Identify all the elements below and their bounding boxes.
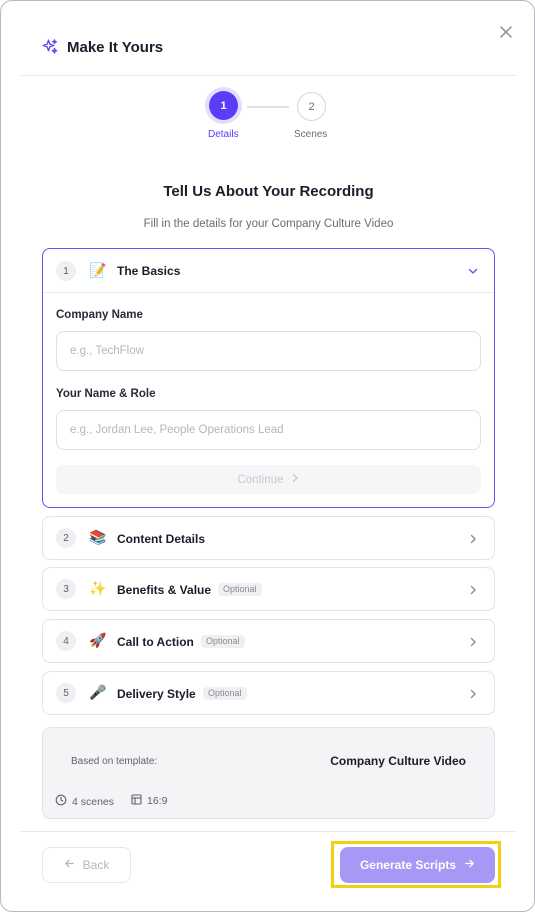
section-call-to-action[interactable]: 4 🚀 Call to Action Optional — [42, 619, 495, 663]
section-title: Content Details — [117, 532, 206, 546]
optional-badge: Optional — [218, 583, 262, 596]
section-the-basics: 1 📝 The Basics Company Name Your Name & … — [42, 248, 495, 508]
continue-label: Continue — [237, 473, 284, 486]
chevron-right-icon — [467, 635, 479, 647]
clock-icon — [55, 794, 67, 809]
section-number: 3 — [56, 579, 76, 599]
back-button[interactable]: Back — [42, 847, 131, 883]
generate-scripts-button[interactable]: Generate Scripts — [340, 847, 495, 883]
footer-divider — [21, 831, 516, 832]
name-role-input[interactable] — [56, 410, 481, 450]
microphone-icon: 🎤 — [89, 684, 107, 700]
chevron-down-icon — [467, 264, 479, 276]
page-subtitle: Fill in the details for your Company Cul… — [143, 218, 394, 230]
arrow-left-icon — [64, 858, 75, 872]
back-label: Back — [82, 858, 110, 872]
template-name: Company Culture Video — [330, 754, 466, 768]
section-title: Benefits & Value — [117, 583, 212, 597]
section-benefits-value[interactable]: 3 ✨ Benefits & Value Optional — [42, 567, 495, 611]
section-number: 2 — [56, 528, 76, 548]
company-name-input[interactable] — [56, 331, 481, 371]
aspect-ratio-text: 16:9 — [147, 795, 168, 807]
optional-badge: Optional — [203, 687, 247, 700]
arrow-right-icon — [464, 858, 475, 872]
dialog-header: Make It Yours — [21, 1, 516, 76]
dialog-title: Make It Yours — [67, 39, 164, 56]
step-connector — [247, 106, 289, 108]
continue-button[interactable]: Continue — [56, 465, 481, 494]
chevron-right-icon — [467, 532, 479, 544]
step-2-circle[interactable]: 2 — [297, 92, 326, 121]
rocket-icon: 🚀 — [89, 632, 107, 648]
generate-label: Generate Scripts — [359, 858, 457, 872]
chevron-right-icon — [290, 473, 300, 486]
sparkle-icon — [41, 38, 59, 56]
section-title: Delivery Style — [117, 687, 196, 701]
frame-icon — [131, 794, 142, 808]
sparkles-icon: ✨ — [89, 580, 107, 596]
based-on-label: Based on template: — [71, 756, 158, 767]
scene-count-text: 4 scenes — [72, 795, 115, 808]
section-title: Call to Action — [117, 635, 194, 649]
name-role-label: Your Name & Role — [56, 388, 156, 400]
stepper: 1 2 Details Scenes — [1, 91, 534, 151]
section-title: The Basics — [117, 264, 181, 278]
section-delivery-style[interactable]: 5 🎤 Delivery Style Optional — [42, 671, 495, 715]
page-title: Tell Us About Your Recording — [163, 183, 374, 200]
step-2-label: Scenes — [294, 129, 328, 140]
section-content-details[interactable]: 2 📚 Content Details — [42, 516, 495, 560]
section-number: 4 — [56, 631, 76, 651]
company-name-label: Company Name — [56, 309, 143, 321]
section-number: 5 — [56, 683, 76, 703]
memo-icon: 📝 — [89, 262, 107, 278]
step-1-label: Details — [208, 129, 239, 140]
make-it-yours-dialog: Make It Yours 1 2 Details Scenes Tell Us… — [0, 0, 535, 912]
chevron-right-icon — [467, 687, 479, 699]
scene-count: 4 scenes — [55, 794, 114, 809]
section-number: 1 — [56, 261, 76, 281]
step-1-circle[interactable]: 1 — [209, 91, 238, 120]
chevron-right-icon — [467, 583, 479, 595]
section-header-the-basics[interactable]: 1 📝 The Basics — [43, 249, 494, 293]
optional-badge: Optional — [201, 635, 245, 648]
books-icon: 📚 — [89, 529, 107, 545]
aspect-ratio: 16:9 — [131, 794, 167, 808]
close-icon[interactable] — [496, 22, 516, 42]
template-info: Based on template: Company Culture Video… — [42, 727, 495, 819]
